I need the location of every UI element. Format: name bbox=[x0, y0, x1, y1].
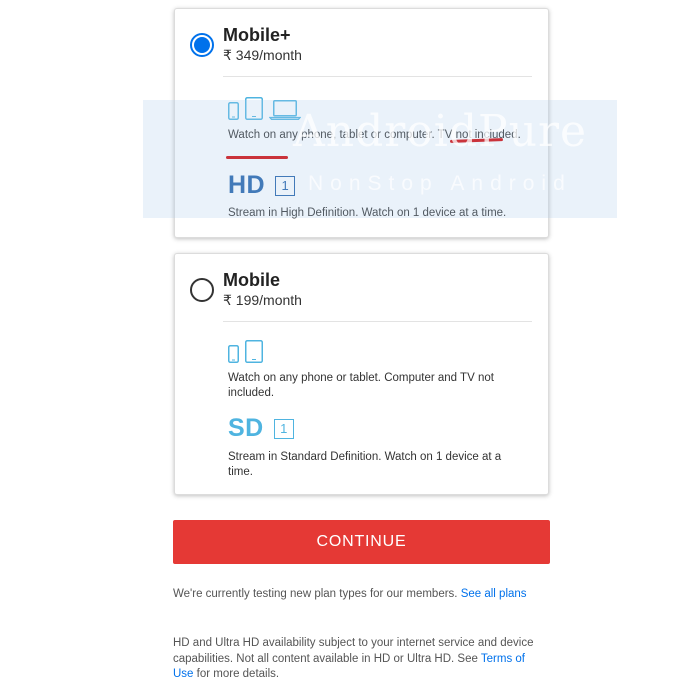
see-all-plans-link[interactable]: See all plans bbox=[461, 588, 527, 600]
stream-description: Stream in High Definition. Watch on 1 de… bbox=[228, 207, 507, 219]
tablet-icon bbox=[245, 340, 263, 363]
device-icons bbox=[228, 340, 263, 363]
plan-name: Mobile bbox=[223, 270, 280, 290]
availability-note-text: HD and Ultra HD availability subject to … bbox=[173, 637, 534, 665]
tablet-icon bbox=[245, 97, 263, 120]
devices-description: Watch on any phone or tablet. Computer a… bbox=[228, 372, 494, 399]
laptop-icon bbox=[269, 100, 301, 120]
plan-radio-mobile[interactable] bbox=[190, 278, 214, 302]
plan-card-mobile[interactable]: Mobile ₹ 199/month Watch on any phone or… bbox=[174, 253, 549, 495]
availability-note-suffix: for more details. bbox=[193, 668, 280, 680]
device-icons bbox=[228, 97, 301, 120]
screens-count: 1 bbox=[275, 175, 296, 196]
quality-indicator: HD 1 bbox=[228, 171, 296, 200]
plan-card-mobile-plus[interactable]: Mobile+ ₹ 349/month Watch on any phone, … bbox=[174, 8, 549, 238]
plan-price: ₹ 199/month bbox=[223, 292, 302, 308]
plan-radio-mobile-plus[interactable] bbox=[190, 33, 214, 57]
divider bbox=[223, 321, 532, 322]
availability-note: HD and Ultra HD availability subject to … bbox=[173, 636, 548, 683]
stream-description: Stream in Standard Definition. Watch on … bbox=[228, 451, 502, 478]
phone-icon bbox=[228, 102, 239, 120]
quality-label: SD bbox=[228, 414, 264, 442]
divider bbox=[223, 76, 532, 77]
quality-indicator: SD 1 bbox=[228, 414, 294, 443]
plan-name: Mobile+ bbox=[223, 25, 291, 45]
testing-note-text: We're currently testing new plan types f… bbox=[173, 588, 461, 600]
screens-count: 1 bbox=[273, 418, 294, 439]
phone-icon bbox=[228, 345, 239, 363]
plan-price: ₹ 349/month bbox=[223, 47, 302, 63]
continue-button[interactable]: CONTINUE bbox=[173, 520, 550, 564]
annotation-underline bbox=[226, 156, 288, 159]
testing-note: We're currently testing new plan types f… bbox=[173, 587, 548, 603]
quality-label: HD bbox=[228, 171, 266, 199]
